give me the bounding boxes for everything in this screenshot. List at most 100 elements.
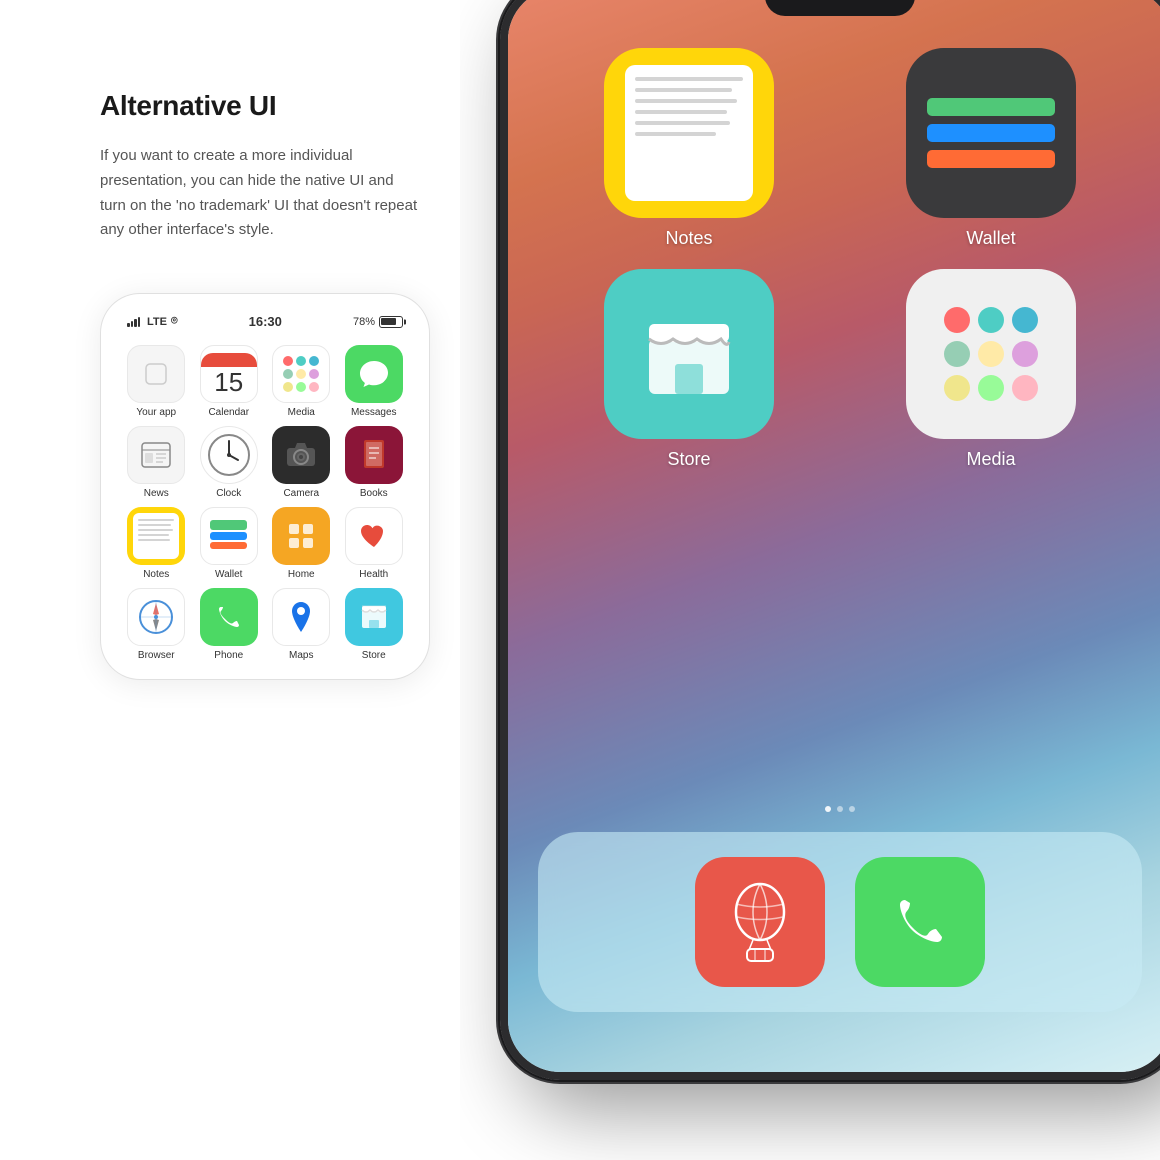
dock-app-phone[interactable] [855, 857, 985, 987]
large-dot-6 [1012, 341, 1038, 367]
app-label-media: Media [288, 407, 315, 418]
status-left: LTE ⌾ [127, 315, 178, 328]
large-app-label-notes: Notes [665, 228, 712, 249]
app-icon-books [345, 426, 403, 484]
large-dot-4 [944, 341, 970, 367]
battery-icon [379, 316, 403, 328]
dock-app-balloon[interactable] [695, 857, 825, 987]
status-bar: LTE ⌾ 16:30 78% [119, 314, 411, 329]
app-icon-home [272, 507, 330, 565]
lte-label: LTE [147, 316, 167, 328]
app-label-maps: Maps [289, 650, 313, 661]
media-dot-3 [309, 356, 319, 366]
large-notes-line-5 [635, 121, 730, 125]
page-dot-3 [849, 806, 855, 812]
large-dot-9 [1012, 375, 1038, 401]
app-icon-clock [200, 426, 258, 484]
app-label-clock: Clock [216, 488, 241, 499]
app-item-phone[interactable]: Phone [196, 588, 263, 661]
app-item-wallet[interactable]: Wallet [196, 507, 263, 580]
app-item-store[interactable]: Store [341, 588, 408, 661]
app-label-news: News [144, 488, 169, 499]
app-item-calendar[interactable]: 15 Calendar [196, 345, 263, 418]
calendar-day: 15 [214, 369, 243, 395]
app-label-home: Home [288, 569, 315, 580]
app-item-news[interactable]: News [123, 426, 190, 499]
large-store-svg-icon [639, 304, 739, 404]
app-icon-phone [200, 588, 258, 646]
phone-handset-icon [215, 603, 243, 631]
browser-compass-icon [136, 597, 176, 637]
large-wallet-card-3 [927, 150, 1055, 168]
media-dot-9 [309, 382, 319, 392]
wallet-card-3 [210, 542, 247, 550]
page-title: Alternative UI [100, 90, 420, 122]
large-notes-line-3 [635, 99, 737, 103]
page-description: If you want to create a more individual … [100, 144, 420, 243]
app-item-messages[interactable]: Messages [341, 345, 408, 418]
large-dot-5 [978, 341, 1004, 367]
large-app-icon-store [604, 269, 774, 439]
large-dot-3 [1012, 307, 1038, 333]
wallet-cards-inner [206, 516, 251, 555]
signal-bars [127, 317, 140, 327]
media-dot-7 [283, 382, 293, 392]
app-item-media[interactable]: Media [268, 345, 335, 418]
signal-bar-1 [127, 323, 130, 327]
notes-line-5 [138, 539, 170, 541]
left-panel: Alternative UI If you want to create a m… [0, 0, 480, 1160]
battery-fill [381, 318, 395, 325]
news-book-icon [139, 440, 173, 470]
large-app-item-notes[interactable]: Notes [548, 48, 830, 249]
page-dot-1 [825, 806, 831, 812]
media-dot-8 [296, 382, 306, 392]
app-label-calendar: Calendar [208, 407, 249, 418]
app-icon-media [272, 345, 330, 403]
wifi-icon: ⌾ [171, 315, 178, 328]
large-media-dots-container [924, 287, 1058, 421]
large-app-item-wallet[interactable]: Wallet [850, 48, 1132, 249]
large-dot-8 [978, 375, 1004, 401]
app-item-clock[interactable]: Clock [196, 426, 263, 499]
large-dot-1 [944, 307, 970, 333]
calendar-header [201, 353, 257, 367]
clock-face-icon [206, 432, 252, 478]
app-label-your-app: Your app [136, 407, 176, 418]
app-label-notes: Notes [143, 569, 169, 580]
large-wallet-card-2 [927, 124, 1055, 142]
maps-pin-icon [287, 600, 315, 634]
app-item-books[interactable]: Books [341, 426, 408, 499]
large-phone-dock [538, 832, 1142, 1012]
large-notes-line-4 [635, 110, 726, 114]
app-icon-browser [127, 588, 185, 646]
app-item-your-app[interactable]: Your app [123, 345, 190, 418]
dock-phone-handset-icon [890, 892, 950, 952]
app-item-maps[interactable]: Maps [268, 588, 335, 661]
large-app-item-store[interactable]: Store [548, 269, 830, 470]
large-app-grid: Notes Wallet [548, 48, 1132, 470]
large-dot-7 [944, 375, 970, 401]
media-dot-1 [283, 356, 293, 366]
phone-notch [765, 0, 915, 16]
status-right: 78% [353, 316, 403, 328]
page-dot-2 [837, 806, 843, 812]
messages-bubble-icon [358, 359, 390, 389]
app-icon-camera [272, 426, 330, 484]
large-app-item-media[interactable]: Media [850, 269, 1132, 470]
large-notes-line-6 [635, 132, 716, 136]
app-icon-calendar: 15 [200, 345, 258, 403]
app-item-camera[interactable]: Camera [268, 426, 335, 499]
app-item-browser[interactable]: Browser [123, 588, 190, 661]
health-heart-icon [357, 521, 391, 551]
app-item-home[interactable]: Home [268, 507, 335, 580]
app-label-messages: Messages [351, 407, 397, 418]
balloon-svg-icon [725, 882, 795, 962]
app-item-health[interactable]: Health [341, 507, 408, 580]
app-item-notes[interactable]: Notes [123, 507, 190, 580]
large-notes-line-2 [635, 88, 732, 92]
app-icon-news [127, 426, 185, 484]
phone-mockup-small: LTE ⌾ 16:30 78% Your app [100, 293, 430, 680]
large-wallet-cards [927, 98, 1055, 168]
large-app-label-wallet: Wallet [966, 228, 1015, 249]
notes-line-2 [138, 524, 171, 526]
